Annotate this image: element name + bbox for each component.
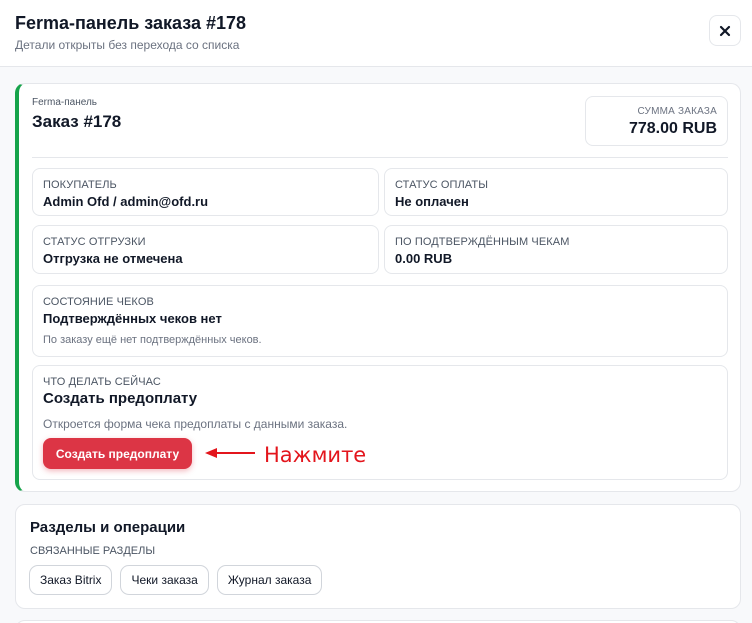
order-sum-value: 778.00 RUB (628, 120, 717, 137)
receipts-state-value: Подтверждённых чеков нет (43, 311, 222, 326)
shipment-status-value: Отгрузка не отмечена (43, 251, 183, 266)
buyer-label: ПОКУПАТЕЛЬ (43, 179, 117, 191)
related-sections-list: Заказ Bitrix Чеки заказа Журнал заказа (29, 565, 323, 595)
order-sum-label: СУММА ЗАКАЗА (637, 106, 717, 117)
payment-status-value: Не оплачен (395, 194, 469, 209)
link-bitrix-order[interactable]: Заказ Bitrix (29, 565, 113, 595)
confirmed-receipts-value: 0.00 RUB (395, 251, 453, 266)
order-title: Заказ #178 (32, 112, 122, 131)
sections-card: Разделы и операции СВЯЗАННЫЕ РАЗДЕЛЫ Зак… (15, 504, 741, 609)
related-sections-label: СВЯЗАННЫЕ РАЗДЕЛЫ (30, 545, 156, 557)
link-order-receipts[interactable]: Чеки заказа (120, 565, 209, 595)
order-eyebrow: Ferma-панель (32, 97, 97, 108)
panel-subtitle: Детали открыты без перехода со списка (15, 38, 240, 52)
next-action-note: Откроется форма чека предоплаты с данным… (43, 417, 348, 431)
confirmed-receipts-box: ПО ПОДТВЕРЖДЁННЫМ ЧЕКАМ 0.00 RUB (384, 225, 728, 274)
payment-status-label: СТАТУС ОПЛАТЫ (395, 179, 489, 191)
panel-header: Ferma-панель заказа #178 Детали открыты … (0, 0, 752, 67)
create-prepayment-button[interactable]: Создать предоплату (43, 438, 192, 469)
next-action-label: ЧТО ДЕЛАТЬ СЕЙЧАС (43, 376, 161, 388)
receipts-state-label: СОСТОЯНИЕ ЧЕКОВ (43, 296, 154, 308)
next-action-title: Создать предоплату (43, 390, 198, 407)
buyer-box: ПОКУПАТЕЛЬ Admin Ofd / admin@ofd.ru (32, 168, 379, 216)
payment-status-box: СТАТУС ОПЛАТЫ Не оплачен (384, 168, 728, 216)
shipment-status-box: СТАТУС ОТГРУЗКИ Отгрузка не отмечена (32, 225, 379, 274)
link-order-journal[interactable]: Журнал заказа (216, 565, 323, 595)
close-button[interactable] (709, 15, 741, 46)
close-icon (719, 25, 731, 36)
confirmed-receipts-label: ПО ПОДТВЕРЖДЁННЫМ ЧЕКАМ (395, 236, 570, 248)
order-card: Ferma-панель Заказ #178 СУММА ЗАКАЗА 778… (15, 83, 741, 492)
receipts-state-note: По заказу ещё нет подтверждённых чеков. (43, 334, 262, 346)
order-sum-box: СУММА ЗАКАЗА 778.00 RUB (585, 96, 728, 146)
card-divider (32, 157, 728, 158)
buyer-value: Admin Ofd / admin@ofd.ru (43, 194, 209, 209)
shipment-status-label: СТАТУС ОТГРУЗКИ (43, 236, 146, 248)
arrow-left-icon (205, 448, 255, 458)
sections-title: Разделы и операции (30, 519, 186, 536)
click-hint: Нажмите (264, 443, 367, 467)
panel-title: Ferma-панель заказа #178 (15, 13, 247, 33)
receipts-state-box: СОСТОЯНИЕ ЧЕКОВ Подтверждённых чеков нет… (32, 285, 728, 357)
next-action-box: ЧТО ДЕЛАТЬ СЕЙЧАС Создать предоплату Отк… (32, 365, 728, 480)
